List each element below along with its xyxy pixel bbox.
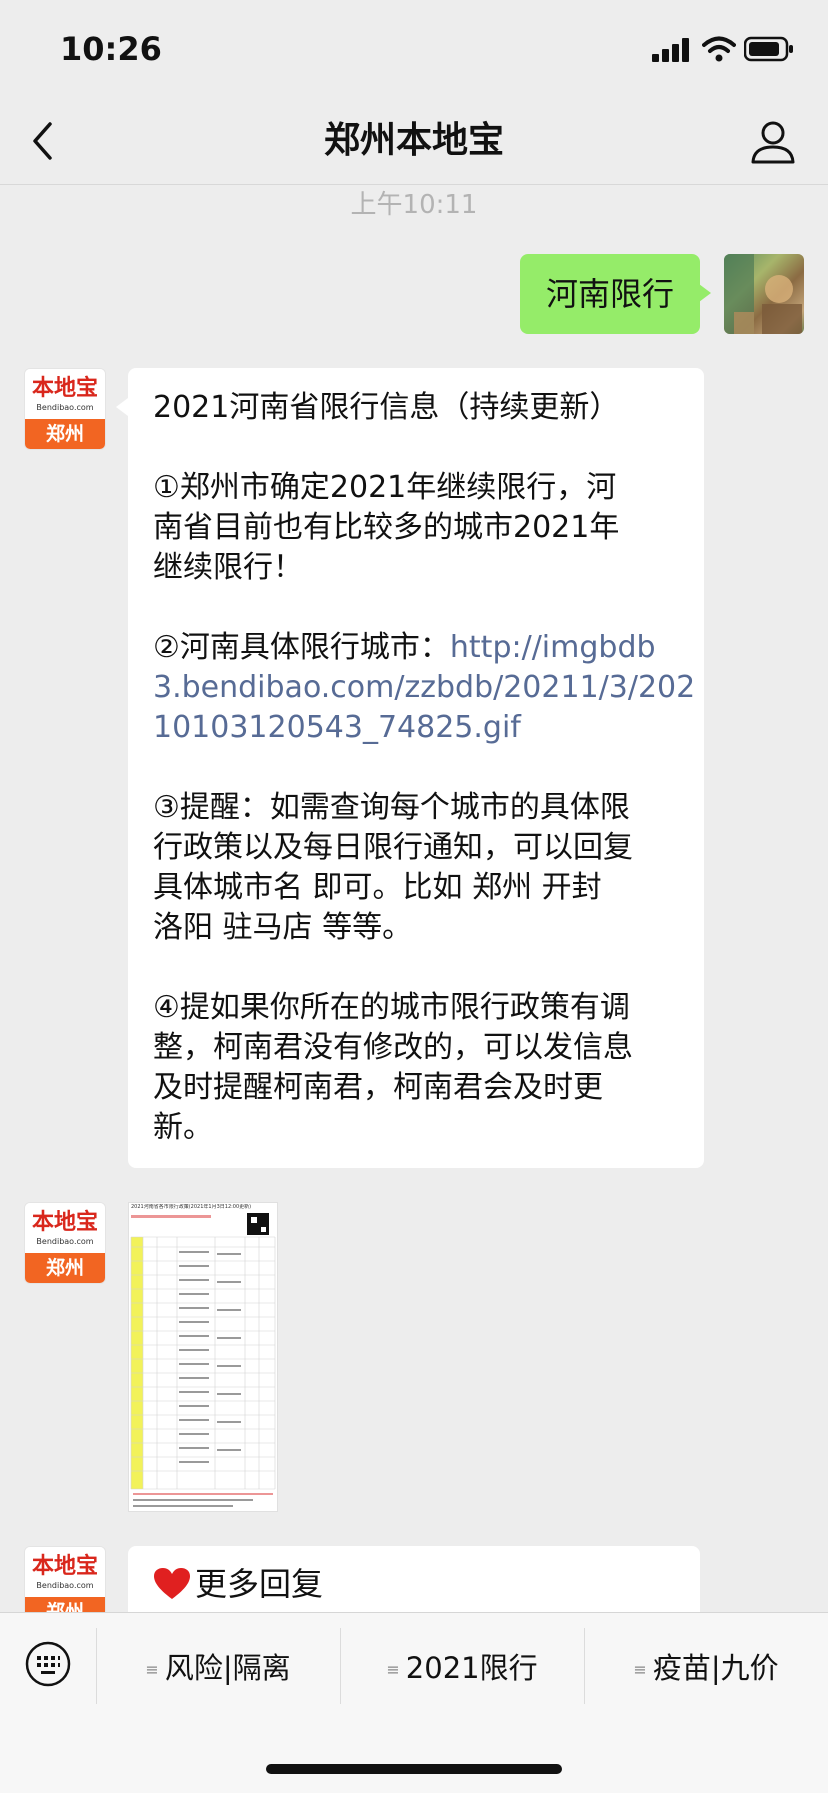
profile-icon[interactable] xyxy=(748,118,798,166)
menu-list-icon: ≡ xyxy=(145,1660,159,1679)
sent-bubble-tail xyxy=(699,284,711,302)
message-link[interactable]: http://imgbdb xyxy=(450,630,656,665)
message-line: 新。 xyxy=(153,1110,213,1145)
official-account-avatar[interactable]: 本地宝Bendibao.com 郑州 xyxy=(24,368,106,450)
message-link[interactable]: 3.bendibao.com/zzbdb/20211/3/202 xyxy=(153,668,695,708)
menu-item-2021-restriction[interactable]: ≡ 2021限行 xyxy=(340,1640,584,1696)
sent-message-bubble[interactable]: 河南限行 xyxy=(520,254,700,334)
message-line: 2021河南省限行信息（持续更新） xyxy=(153,390,620,425)
message-link[interactable]: 10103120543_74825.gif xyxy=(153,708,521,748)
message-line: 行政策以及每日限行通知，可以回复 xyxy=(153,830,633,865)
image-message-thumbnail[interactable]: 2021河南省各市限行政策(2021年1月3日12:00更新) xyxy=(128,1202,278,1512)
cellular-signal-icon xyxy=(652,38,689,62)
message-line: ④提如果你所在的城市限行政策有调 xyxy=(153,990,630,1025)
menu-item-risk-isolation[interactable]: ≡ 风险|隔离 xyxy=(96,1640,340,1696)
home-indicator[interactable] xyxy=(266,1764,562,1774)
message-line: 整，柯南君没有修改的，可以发信息 xyxy=(153,1030,633,1065)
message-line: 继续限行！ xyxy=(153,550,303,585)
wifi-icon xyxy=(702,36,736,62)
message-line: ③提醒：如需查询每个城市的具体限 xyxy=(153,790,630,825)
message-line: ①郑州市确定2021年继续限行，河 xyxy=(153,470,617,505)
keyboard-icon[interactable] xyxy=(24,1640,72,1688)
message-line: 南省目前也有比较多的城市2021年 xyxy=(153,510,620,545)
more-replies-text: 更多回复 xyxy=(153,1562,323,1606)
received-bubble-tail xyxy=(116,398,128,416)
battery-icon xyxy=(744,36,793,62)
chat-title: 郑州本地宝 xyxy=(323,120,504,161)
heart-icon xyxy=(154,1568,190,1599)
menu-list-icon: ≡ xyxy=(633,1660,647,1679)
message-line: 洛阳 驻马店 等等。 xyxy=(153,910,413,945)
menu-item-vaccine[interactable]: ≡ 疫苗|九价 xyxy=(584,1640,828,1696)
message-line: 具体城市名 即可。比如 郑州 开封 xyxy=(153,870,602,905)
status-time: 10:26 xyxy=(60,30,162,68)
message-line: ②河南具体限行城市：http://imgbdb xyxy=(153,630,656,665)
menu-list-icon: ≡ xyxy=(386,1660,400,1679)
official-account-avatar[interactable]: 本地宝Bendibao.com 郑州 xyxy=(24,1202,106,1284)
message-timestamp: 上午10:11 xyxy=(350,190,478,220)
user-avatar[interactable] xyxy=(724,254,804,334)
message-line: 及时提醒柯南君，柯南君会及时更 xyxy=(153,1070,603,1105)
